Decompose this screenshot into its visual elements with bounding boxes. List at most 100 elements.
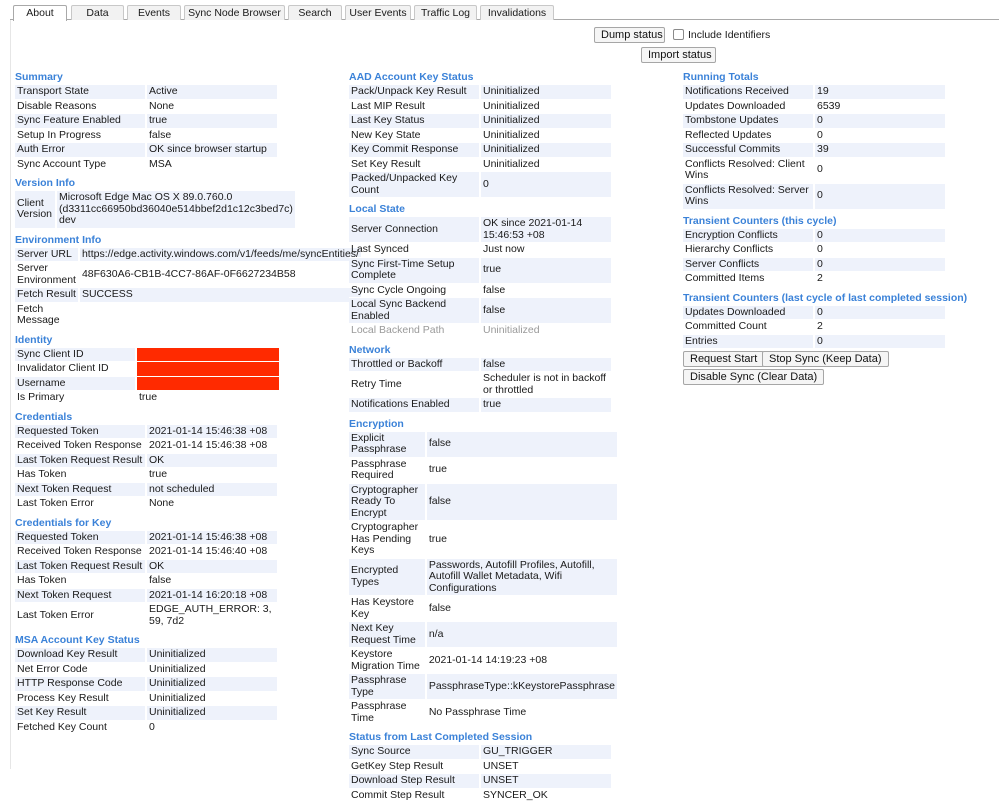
row-label: Pack/Unpack Key Result: [349, 85, 479, 100]
credentials-key-row: Received Token Response 2021-01-14 15:46:…: [15, 545, 277, 560]
row-label: Sync Source: [349, 745, 479, 760]
row-label: Sync Cycle Ongoing: [349, 284, 479, 298]
running-totals-row: Tombstone Updates 0: [683, 114, 945, 129]
row-value: OK since 2021-01-14 15:46:53 +08: [481, 217, 611, 243]
row-value: [79, 303, 361, 329]
row-label: Hierarchy Conflicts: [683, 243, 813, 258]
row-label: Server Connection: [349, 217, 479, 243]
tab-search[interactable]: Search: [288, 5, 342, 20]
row-value: 2021-01-14 15:46:38 +08: [147, 424, 277, 439]
local-state-row: Local Sync Backend Enabled false: [349, 298, 611, 324]
row-label: Next Token Request: [15, 482, 145, 497]
row-value: Scheduler is not in backoff or throttled: [481, 372, 611, 398]
section-title-version-info: Version Info: [15, 177, 76, 189]
credentials-key-row: Last Token Request Result OK: [15, 559, 277, 574]
aad-key-row: Last Key Status Uninitialized: [349, 114, 611, 129]
environment-row: Server Environment 48F630A6-CB1B-4CC7-86A…: [15, 262, 361, 288]
credentials-for-key-table: Requested Token 2021-01-14 15:46:38 +08 Re…: [13, 530, 279, 629]
row-label: Auth Error: [15, 143, 145, 158]
row-label: Conflicts Resolved: Client Wins: [683, 158, 813, 184]
encryption-row: Cryptographer Has Pending Keys true: [349, 521, 617, 559]
row-label: Committed Count: [683, 320, 813, 335]
row-value: Uninitialized: [481, 129, 611, 143]
row-label: Requested Token: [15, 424, 145, 439]
tab-traffic-log[interactable]: Traffic Log: [414, 5, 477, 20]
row-value: EDGE_AUTH_ERROR: 3, 59, 7d2: [147, 603, 277, 629]
row-label: Requested Token: [15, 530, 145, 545]
row-label: Received Token Response: [15, 545, 145, 560]
transient-cycle-row: Hierarchy Conflicts 0: [683, 243, 945, 258]
aad-key-row: Pack/Unpack Key Result Uninitialized: [349, 85, 611, 100]
row-label: Fetched Key Count: [15, 721, 145, 735]
request-start-button[interactable]: Request Start: [683, 351, 765, 367]
running-totals-table: Notifications Received 19 Updates Download…: [681, 85, 947, 210]
row-label: Passphrase Type: [349, 674, 425, 700]
row-label: Setup In Progress: [15, 129, 145, 143]
row-value: false: [481, 357, 611, 372]
identity-row: Sync Client ID: [15, 347, 279, 362]
tab-about[interactable]: About: [13, 5, 67, 21]
row-label: Next Key Request Time: [349, 622, 425, 648]
section-title-summary: Summary: [15, 71, 63, 83]
import-status-button[interactable]: Import status: [641, 47, 716, 63]
row-label: Encryption Conflicts: [683, 228, 813, 243]
disable-sync-button[interactable]: Disable Sync (Clear Data): [683, 369, 825, 385]
local-state-row: Last Synced Just now: [349, 243, 611, 258]
credentials-row: Last Token Request Result OK: [15, 453, 277, 468]
last-session-row: Download Step Result UNSET: [349, 774, 611, 789]
redacted-value: [137, 376, 279, 391]
tab-user-events[interactable]: User Events: [345, 5, 411, 20]
encryption-row: Has Keystore Key false: [349, 596, 617, 622]
row-value: MSA: [147, 158, 277, 172]
identity-row: Invalidator Client ID: [15, 362, 279, 377]
row-value: true: [147, 468, 277, 483]
version-info-table: Client Version Microsoft Edge Mac OS X 89…: [13, 191, 297, 229]
row-value: 6539: [815, 100, 945, 114]
row-label: Last Token Error: [15, 603, 145, 629]
running-totals-row: Updates Downloaded 6539: [683, 100, 945, 114]
right-column: Running Totals Notifications Received 19 U…: [683, 71, 983, 387]
row-value: false: [147, 574, 277, 589]
row-label: Transport State: [15, 85, 145, 100]
section-title-encryption: Encryption: [349, 417, 404, 430]
tab-sync-node-browser[interactable]: Sync Node Browser: [184, 5, 285, 20]
redacted-value: [137, 347, 279, 362]
row-value: Just now: [481, 243, 611, 258]
row-label: Last Synced: [349, 243, 479, 258]
row-label: Entries: [683, 334, 813, 349]
running-totals-row: Conflicts Resolved: Server Wins 0: [683, 183, 945, 210]
row-value: 2: [815, 272, 945, 287]
version-row: Client Version Microsoft Edge Mac OS X 89…: [15, 191, 295, 229]
row-label: Cryptographer Has Pending Keys: [349, 521, 425, 559]
encryption-row: Passphrase Type PassphraseType::kKeystore…: [349, 674, 617, 700]
tab-invalidations[interactable]: Invalidations: [480, 5, 554, 20]
environment-row: Fetch Message: [15, 303, 361, 329]
row-value: https://edge.activity.windows.com/v1/fee…: [79, 247, 361, 262]
last-session-row: Commit Step Result SYNCER_OK: [349, 789, 611, 803]
row-label: Explicit Passphrase: [349, 431, 425, 458]
row-label: Has Token: [15, 574, 145, 589]
dump-status-button[interactable]: Dump status: [594, 27, 665, 43]
row-value: 0: [815, 129, 945, 143]
sync-controls: Request Start Stop Sync (Keep Data) Disa…: [683, 351, 983, 387]
include-identifiers-checkbox[interactable]: [673, 29, 684, 40]
network-table: Throttled or Backoff false Retry Time Sched…: [347, 357, 613, 413]
row-value: Uninitialized: [481, 158, 611, 172]
row-value: true: [426, 458, 617, 484]
transient-cycle-row: Encryption Conflicts 0: [683, 228, 945, 243]
credentials-key-row: Next Token Request 2021-01-14 16:20:18 +0…: [15, 588, 277, 603]
tab-data[interactable]: Data: [71, 5, 124, 20]
msa-key-row: Process Key Result Uninitialized: [15, 692, 277, 706]
row-label: Is Primary: [15, 391, 135, 406]
row-value: 2021-01-14 16:20:18 +08: [147, 588, 277, 603]
row-value: 2: [815, 320, 945, 335]
row-value: true: [147, 114, 277, 129]
msa-key-row: HTTP Response Code Uninitialized: [15, 677, 277, 692]
stop-sync-button[interactable]: Stop Sync (Keep Data): [762, 351, 889, 367]
row-label: Last Token Request Result: [15, 453, 145, 468]
identity-table: Sync Client ID Invalidator Client ID Usern…: [13, 347, 281, 406]
tab-events[interactable]: Events: [127, 5, 181, 20]
row-value: false: [481, 298, 611, 324]
row-label: Next Token Request: [15, 588, 145, 603]
row-label: HTTP Response Code: [15, 677, 145, 692]
